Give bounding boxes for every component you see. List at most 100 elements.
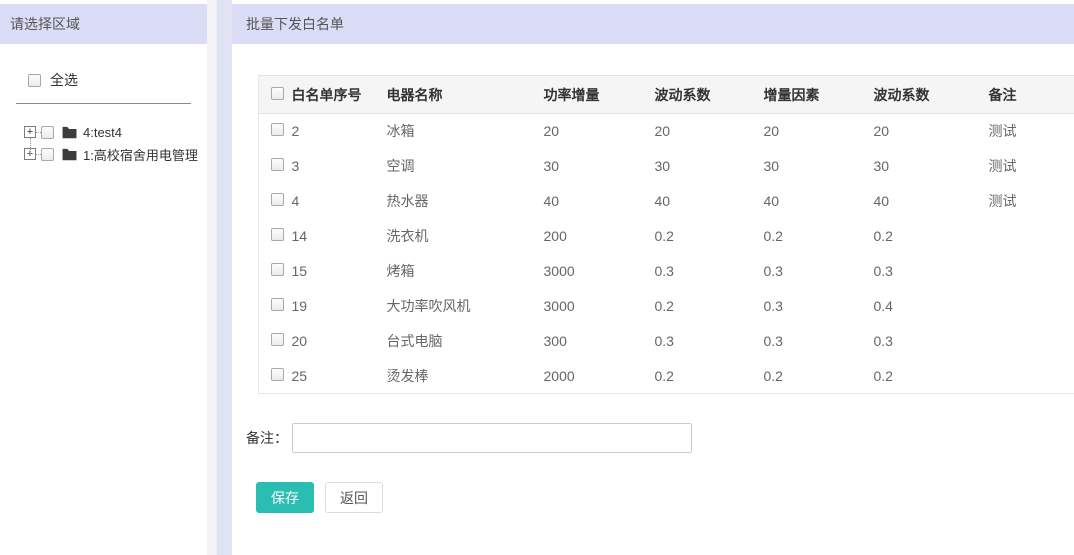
cell-name: 洗衣机 [387, 219, 544, 254]
cell-fluct1: 0.2 [655, 219, 764, 254]
cell-remark: 测试 [989, 114, 1074, 149]
table-row: 3 空调 30 30 30 30 测试 [259, 149, 1074, 184]
cell-increment: 30 [764, 149, 874, 184]
table-row: 4 热水器 40 40 40 40 测试 [259, 184, 1074, 219]
table-row: 25 烫发棒 2000 0.2 0.2 0.2 [259, 359, 1074, 394]
col-header-increment: 增量因素 [764, 76, 874, 114]
row-checkbox[interactable] [271, 193, 284, 206]
folder-icon [62, 148, 77, 161]
cell-increment: 20 [764, 114, 874, 149]
sidebar-divider [16, 103, 191, 104]
table-row: 20 台式电脑 300 0.3 0.3 0.3 [259, 324, 1074, 359]
tree-item-dorm-power[interactable]: + 1:高校宿舍用电管理 [24, 143, 207, 165]
cell-fluct2: 0.3 [874, 324, 989, 359]
table-row: 2 冰箱 20 20 20 20 测试 [259, 114, 1074, 149]
cell-name: 大功率吹风机 [387, 289, 544, 324]
cell-fluct2: 40 [874, 184, 989, 219]
cell-increment: 0.2 [764, 359, 874, 394]
whitelist-table: 白名单序号 电器名称 功率增量 波动系数 增量因素 波动系数 备注 2 冰箱 [258, 75, 1074, 394]
remark-label: 备注： [246, 428, 288, 448]
table-row: 14 洗衣机 200 0.2 0.2 0.2 [259, 219, 1074, 254]
select-all-checkbox[interactable] [28, 74, 41, 87]
col-header-name: 电器名称 [387, 76, 544, 114]
tree-connector-line [30, 138, 31, 154]
col-header-fluct1: 波动系数 [655, 76, 764, 114]
cell-fluct1: 30 [655, 149, 764, 184]
col-header-fluct2: 波动系数 [874, 76, 989, 114]
row-checkbox[interactable] [271, 263, 284, 276]
cell-remark [989, 289, 1074, 324]
cell-name: 烤箱 [387, 254, 544, 289]
cell-id: 14 [292, 219, 387, 254]
table-header-row: 白名单序号 电器名称 功率增量 波动系数 增量因素 波动系数 备注 [259, 76, 1074, 114]
row-checkbox[interactable] [271, 158, 284, 171]
tree-item-checkbox[interactable] [41, 148, 54, 161]
col-header-remark: 备注 [989, 76, 1074, 114]
sidebar-title: 请选择区域 [0, 4, 207, 44]
select-all-row: 全选 [0, 70, 207, 90]
back-button[interactable]: 返回 [325, 482, 383, 513]
cell-fluct1: 0.2 [655, 359, 764, 394]
cell-id: 4 [292, 184, 387, 219]
cell-fluct1: 0.2 [655, 289, 764, 324]
cell-increment: 0.3 [764, 289, 874, 324]
cell-fluct2: 0.2 [874, 359, 989, 394]
tree-item-test4[interactable]: + 4:test4 [24, 121, 207, 143]
cell-power: 40 [544, 184, 655, 219]
cell-power: 300 [544, 324, 655, 359]
cell-fluct2: 0.4 [874, 289, 989, 324]
row-checkbox[interactable] [271, 123, 284, 136]
row-checkbox[interactable] [271, 368, 284, 381]
table-row: 15 烤箱 3000 0.3 0.3 0.3 [259, 254, 1074, 289]
cell-increment: 0.2 [764, 219, 874, 254]
page-title: 批量下发白名单 [232, 4, 1074, 44]
cell-fluct2: 20 [874, 114, 989, 149]
cell-id: 19 [292, 289, 387, 324]
remark-input[interactable] [292, 423, 692, 453]
cell-increment: 40 [764, 184, 874, 219]
select-all-rows-checkbox[interactable] [271, 87, 284, 100]
row-checkbox[interactable] [271, 228, 284, 241]
col-header-id: 白名单序号 [292, 76, 387, 114]
cell-name: 台式电脑 [387, 324, 544, 359]
cell-name: 空调 [387, 149, 544, 184]
whitelist-table-wrap: 白名单序号 电器名称 功率增量 波动系数 增量因素 波动系数 备注 2 冰箱 [258, 75, 1074, 394]
cell-name: 冰箱 [387, 114, 544, 149]
cell-remark: 测试 [989, 149, 1074, 184]
cell-increment: 0.3 [764, 254, 874, 289]
whitelist-panel: 批量下发白名单 白名单序号 电器名称 功率增量 波动系数 增量因素 波动系数 [232, 0, 1074, 555]
cell-remark: 测试 [989, 184, 1074, 219]
expand-plus-icon[interactable]: + [24, 126, 36, 138]
tree-item-label[interactable]: 4:test4 [83, 125, 122, 140]
table-row: 19 大功率吹风机 3000 0.2 0.3 0.4 [259, 289, 1074, 324]
page: 请选择区域 全选 + 4:test4 + [0, 0, 1074, 555]
row-checkbox[interactable] [271, 333, 284, 346]
cell-power: 30 [544, 149, 655, 184]
row-checkbox[interactable] [271, 298, 284, 311]
select-all-label: 全选 [50, 70, 78, 90]
cell-remark [989, 324, 1074, 359]
folder-icon [62, 126, 77, 139]
cell-remark [989, 254, 1074, 289]
cell-fluct1: 0.3 [655, 254, 764, 289]
cell-power: 20 [544, 114, 655, 149]
save-button[interactable]: 保存 [256, 482, 314, 513]
cell-name: 热水器 [387, 184, 544, 219]
cell-id: 20 [292, 324, 387, 359]
region-tree: + 4:test4 + 1:高校宿舍用电管理 [0, 121, 207, 165]
cell-power: 3000 [544, 289, 655, 324]
panel-gap [207, 0, 232, 555]
cell-power: 3000 [544, 254, 655, 289]
col-header-power: 功率增量 [544, 76, 655, 114]
cell-power: 2000 [544, 359, 655, 394]
cell-fluct1: 0.3 [655, 324, 764, 359]
tree-item-label[interactable]: 1:高校宿舍用电管理 [83, 145, 198, 164]
cell-fluct1: 40 [655, 184, 764, 219]
cell-fluct2: 30 [874, 149, 989, 184]
cell-id: 25 [292, 359, 387, 394]
tree-item-checkbox[interactable] [41, 126, 54, 139]
region-sidebar: 请选择区域 全选 + 4:test4 + [0, 0, 207, 555]
cell-remark [989, 219, 1074, 254]
cell-id: 2 [292, 114, 387, 149]
cell-fluct2: 0.2 [874, 219, 989, 254]
